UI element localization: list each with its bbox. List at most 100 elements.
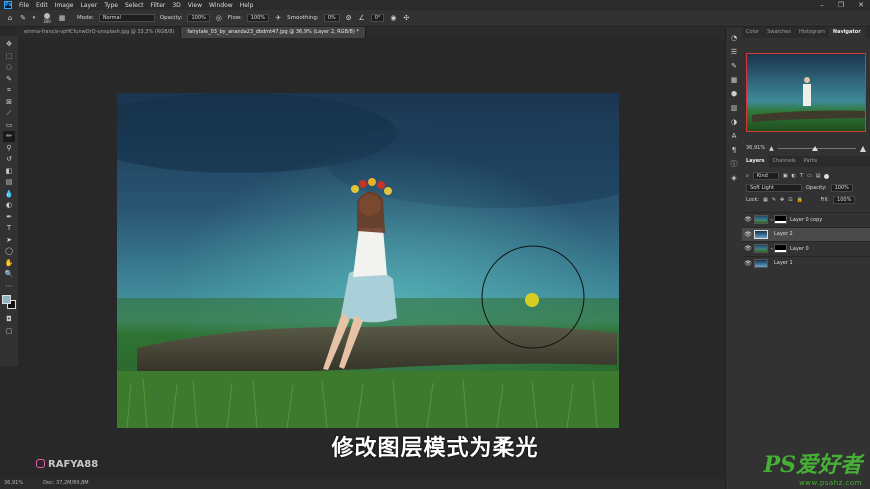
shape-tool-icon[interactable]: ◯ [3, 246, 15, 257]
menu-view[interactable]: View [188, 2, 202, 9]
gradient-tool-icon[interactable]: ▤ [3, 177, 15, 188]
layer-mask-thumbnail[interactable] [774, 244, 787, 254]
menu-layer[interactable]: Layer [80, 2, 97, 9]
layer-row[interactable]: 👁 Layer 2 [742, 226, 870, 241]
chevron-down-icon[interactable]: ▾ [32, 14, 36, 22]
quick-select-tool-icon[interactable]: ✎ [3, 74, 15, 85]
brush-tool-icon[interactable]: ✏ [3, 131, 15, 142]
tab-swatches[interactable]: Swatches [763, 27, 795, 38]
tab-paths[interactable]: Paths [800, 156, 822, 167]
eye-icon[interactable]: 👁 [742, 231, 754, 238]
brush-tool-preset-icon[interactable]: ✎ [19, 14, 27, 22]
libraries-icon[interactable]: ▥ [729, 103, 739, 114]
pen-tool-icon[interactable]: ✒ [3, 212, 15, 223]
tab-channels[interactable]: Channels [769, 156, 800, 167]
menu-3d[interactable]: 3D [172, 2, 180, 9]
menu-select[interactable]: Select [125, 2, 144, 9]
frame-tool-icon[interactable]: ⊠ [3, 97, 15, 108]
hand-tool-icon[interactable]: ✋ [3, 258, 15, 269]
menu-filter[interactable]: Filter [151, 2, 166, 9]
healing-brush-tool-icon[interactable]: ▭ [3, 120, 15, 131]
layer-fill-field[interactable]: 100% [833, 196, 856, 204]
color-swatches[interactable] [2, 295, 16, 309]
eraser-tool-icon[interactable]: ◧ [3, 166, 15, 177]
filter-smart-object-icon[interactable]: ▤ [816, 173, 821, 179]
info-icon[interactable]: ⓘ [729, 159, 739, 170]
layer-mask-thumbnail[interactable] [774, 215, 787, 225]
type-tool-icon[interactable]: T [3, 223, 15, 234]
move-tool-icon[interactable]: ✥ [3, 39, 15, 50]
layer-name[interactable]: Layer 2 [774, 231, 793, 237]
angle-field[interactable]: 0° [370, 14, 385, 22]
paragraph-icon[interactable]: ¶ [729, 145, 739, 156]
layer-row[interactable]: 👁 ∞ Layer 0 copy [742, 212, 870, 227]
filter-shape-icon[interactable]: ▭ [807, 173, 812, 179]
brush-panel-icon[interactable]: ✎ [729, 61, 739, 72]
foreground-color-swatch[interactable] [2, 295, 11, 304]
maximize-icon[interactable]: ❐ [838, 1, 844, 9]
tab-histogram[interactable]: Histogram [795, 27, 829, 38]
blend-mode-select[interactable]: Soft Light [746, 184, 802, 192]
document-image[interactable] [117, 93, 619, 428]
pressure-opacity-icon[interactable]: ◎ [215, 14, 223, 22]
brush-settings-icon[interactable]: ▦ [58, 14, 66, 22]
airbrush-icon[interactable]: ✈ [274, 14, 282, 22]
clone-stamp-tool-icon[interactable]: ⚲ [3, 143, 15, 154]
tab-fairytale[interactable]: fairytale_03_by_ananda23_dbdmt47.jpg @ 3… [181, 27, 366, 38]
status-zoom[interactable]: 36,91% [4, 478, 23, 489]
link-icon[interactable]: ∞ [770, 246, 773, 251]
home-icon[interactable]: ⌂ [6, 14, 14, 22]
tab-navigator[interactable]: Navigator [828, 27, 865, 38]
dodge-tool-icon[interactable]: ◐ [3, 200, 15, 211]
flow-field[interactable]: 100% [246, 14, 270, 22]
eye-icon[interactable]: 👁 [742, 245, 754, 252]
canvas-area[interactable] [18, 38, 725, 478]
zoom-in-icon[interactable]: ▲ [860, 144, 866, 153]
menu-edit[interactable]: Edit [36, 2, 48, 9]
swatches-panel-icon[interactable]: ▦ [729, 75, 739, 86]
eye-icon[interactable]: 👁 [742, 260, 754, 267]
eyedropper-tool-icon[interactable]: ⟋ [3, 108, 15, 119]
layer-row[interactable]: 👁 ∞ Layer 0 [742, 241, 870, 256]
marquee-tool-icon[interactable]: ⬚ [3, 51, 15, 62]
layer-name[interactable]: Layer 0 copy [790, 217, 822, 223]
filter-type-icon[interactable]: T [800, 173, 803, 179]
path-select-tool-icon[interactable]: ➤ [3, 235, 15, 246]
layers-strip-icon[interactable]: ◈ [729, 173, 739, 184]
character-icon[interactable]: A [729, 131, 739, 142]
zoom-out-icon[interactable]: ▲ [769, 145, 774, 152]
close-icon[interactable]: ✕ [858, 1, 864, 9]
menu-file[interactable]: File [19, 2, 29, 9]
lock-position-icon[interactable]: ✥ [780, 197, 784, 203]
tab-layers[interactable]: Layers [742, 156, 769, 167]
zoom-tool-icon[interactable]: 🔍 [3, 269, 15, 280]
symmetry-icon[interactable]: ✣ [402, 14, 410, 22]
zoom-slider[interactable] [777, 145, 856, 151]
menu-window[interactable]: Window [209, 2, 233, 9]
tab-emma-francis[interactable]: emma-francis-vpHCfunwDrQ-unsplash.jpg @ … [18, 27, 182, 38]
menu-type[interactable]: Type [104, 2, 118, 9]
mode-select[interactable]: Normal [98, 14, 155, 22]
adjustments-icon[interactable]: ◑ [729, 117, 739, 128]
smoothing-field[interactable]: 0% [323, 14, 340, 22]
lock-artboard-icon[interactable]: ⊡ [788, 197, 792, 203]
quick-mask-icon[interactable]: ◘ [3, 314, 15, 325]
minimize-icon[interactable]: – [820, 1, 824, 9]
opacity-field[interactable]: 100% [187, 14, 210, 22]
filter-pixel-icon[interactable]: ▣ [783, 173, 788, 179]
brush-size-preview[interactable]: 300 [41, 12, 53, 24]
menu-help[interactable]: Help [240, 2, 254, 9]
pressure-size-icon[interactable]: ◉ [389, 14, 397, 22]
layer-name[interactable]: Layer 1 [774, 260, 793, 266]
lock-image-icon[interactable]: ✎ [772, 197, 776, 203]
more-tools-icon[interactable]: ⋯ [3, 281, 15, 292]
filter-adjustment-icon[interactable]: ◐ [792, 173, 796, 179]
crop-tool-icon[interactable]: ⌗ [3, 85, 15, 96]
layer-opacity-field[interactable]: 100% [830, 184, 853, 192]
lock-all-icon[interactable]: 🔒 [796, 197, 802, 203]
layer-name[interactable]: Layer 0 [790, 246, 809, 252]
blur-tool-icon[interactable]: 💧 [3, 189, 15, 200]
eye-icon[interactable]: 👁 [742, 216, 754, 223]
navigator-zoom-value[interactable]: 36,91% [746, 145, 765, 151]
3d-panel-icon[interactable]: ⬢ [729, 89, 739, 100]
